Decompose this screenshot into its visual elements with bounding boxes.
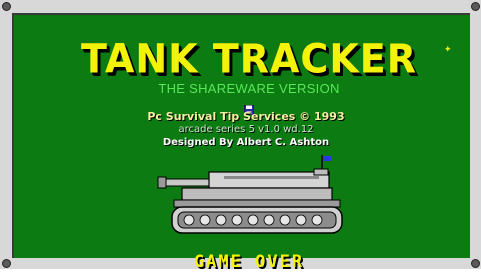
copyright-line: Pc Survival Tip Services © 1993 [147, 110, 345, 123]
window-top-border [0, 0, 481, 13]
designer-line: Designed By Albert C. Ashton [162, 137, 330, 148]
version-line: arcade series 5 v1.0 wd.12 [178, 124, 314, 135]
corner-screw-icon [471, 259, 480, 268]
window-right-border [470, 0, 481, 269]
game-subtitle: THE SHAREWARE VERSION [158, 81, 340, 96]
game-screen[interactable]: TANK TRACKER ✦ THE SHAREWARE VERSION Pc … [12, 13, 470, 272]
corner-screw-icon [2, 2, 11, 11]
window-frame: TANK TRACKER ✦ THE SHAREWARE VERSION Pc … [0, 0, 481, 272]
corner-screw-icon [2, 259, 11, 268]
sparkle-icon: ✦ [444, 45, 452, 55]
game-over-text: GAME OVER [193, 252, 305, 272]
game-title: TANK TRACKER [80, 35, 417, 83]
tank-icon [157, 155, 343, 234]
corner-screw-icon [471, 2, 480, 11]
window-left-border [0, 0, 12, 269]
